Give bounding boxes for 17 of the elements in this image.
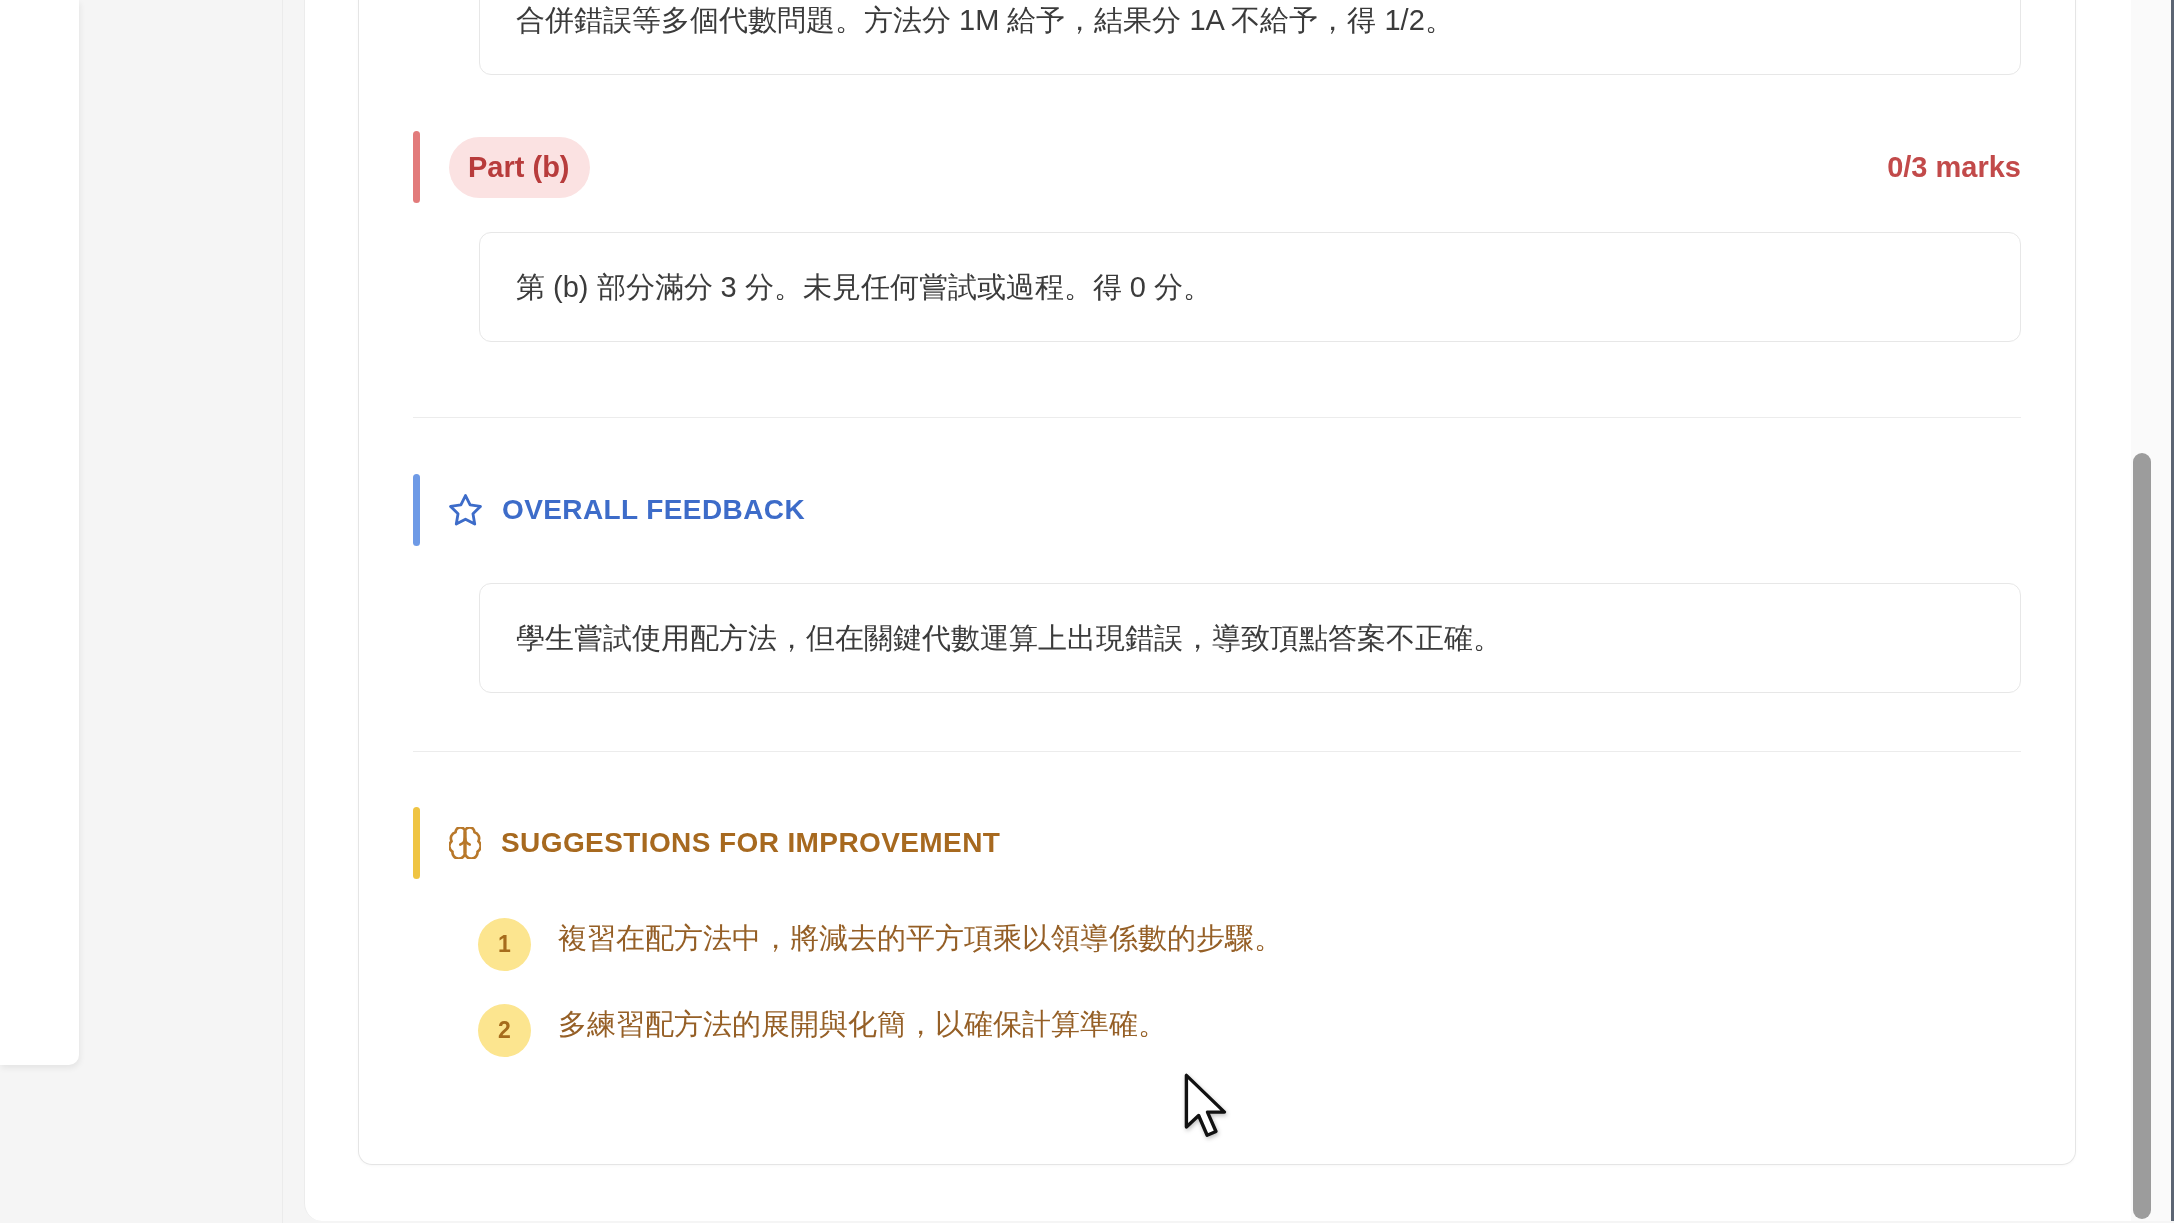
marks-score: 0/3 marks — [1887, 150, 2021, 184]
accent-bar — [413, 807, 420, 879]
accent-bar — [413, 131, 420, 203]
comment-box: 合併錯誤等多個代數問題。方法分 1M 給予，結果分 1A 不給予，得 1/2。 — [479, 0, 2021, 75]
accent-bar — [413, 474, 420, 546]
suggestion-text: 多練習配方法的展開與化簡，以確保計算準確。 — [558, 1007, 1167, 1042]
step-number: 1 — [478, 918, 531, 971]
comment-box: 第 (b) 部分滿分 3 分。未見任何嘗試或過程。得 0 分。 — [479, 232, 2021, 342]
brain-icon — [449, 827, 481, 859]
star-icon — [449, 493, 482, 527]
suggestion-text: 複習在配方法中，將減去的平方項乘以領導係數的步驟。 — [558, 921, 1283, 956]
section-title: OVERALL FEEDBACK — [502, 494, 805, 526]
step-number: 2 — [478, 1004, 531, 1057]
feedback-box: 學生嘗試使用配方法，但在關鍵代數運算上出現錯誤，導致頂點答案不正確。 — [479, 583, 2021, 693]
scrollbar-thumb[interactable] — [2133, 453, 2151, 1219]
section-title: SUGGESTIONS FOR IMPROVEMENT — [501, 827, 1001, 859]
part-label: Part (b) — [449, 136, 590, 198]
